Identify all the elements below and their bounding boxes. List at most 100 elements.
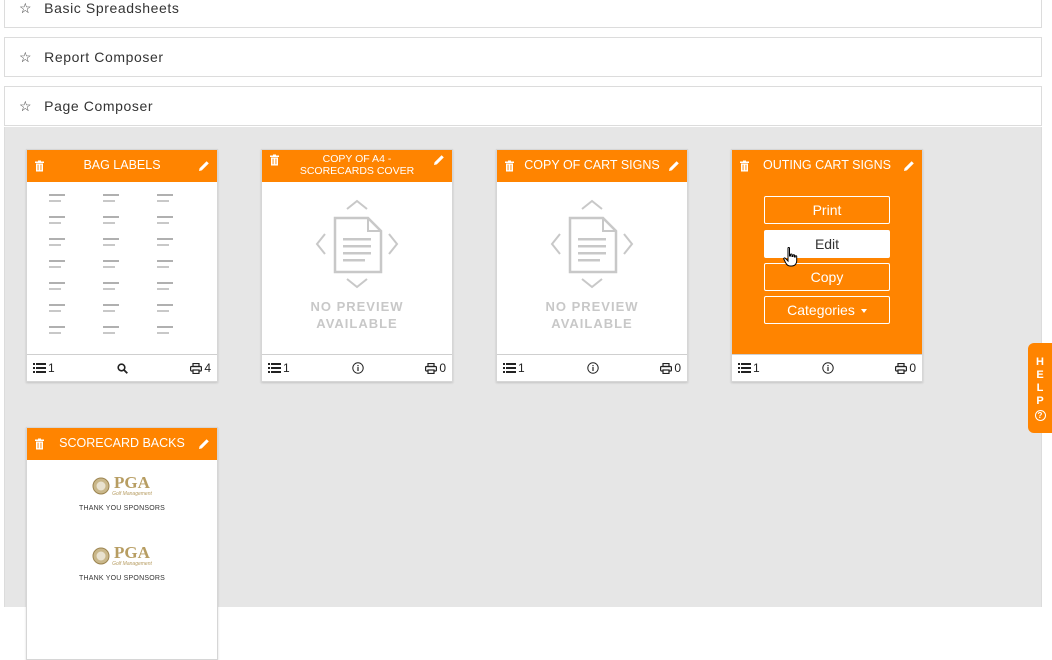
layers-value: 1: [518, 361, 525, 375]
card-scorecard-backs[interactable]: SCORECARD BACKS PGA Golf Management THAN…: [26, 427, 218, 660]
label-cell: [95, 302, 149, 316]
pga-wordmark: PGA: [114, 543, 150, 562]
label-cell: [95, 192, 149, 206]
pga-subtitle: Golf Management: [112, 561, 152, 567]
pencil-icon[interactable]: [903, 160, 915, 172]
card-header: BAG LABELS: [27, 150, 217, 182]
card-outing-cart-signs[interactable]: OUTING CART SIGNS Print Edit Copy Catego…: [731, 149, 923, 382]
prints-value: 4: [204, 361, 211, 375]
section-basic-spreadsheets[interactable]: ☆ Basic Spreadsheets: [4, 0, 1042, 28]
label-cell: [149, 324, 203, 338]
card-preview-labels[interactable]: [27, 182, 217, 354]
print-button[interactable]: Print: [764, 196, 890, 224]
card-bag-labels[interactable]: BAG LABELS 1 4: [26, 149, 218, 382]
info-icon[interactable]: [351, 362, 364, 374]
layers-count[interactable]: 1: [503, 361, 525, 375]
star-outline-icon[interactable]: ☆: [19, 0, 32, 17]
printer-icon: [895, 362, 908, 374]
section-label: Page Composer: [44, 98, 154, 114]
prints-count[interactable]: 4: [190, 361, 211, 375]
label-cell: [41, 192, 95, 206]
card-title: OUTING CART SIGNS: [762, 158, 892, 173]
info-icon[interactable]: [586, 362, 599, 374]
card-header: COPY OF CART SIGNS: [497, 150, 687, 182]
pga-logo: PGA Golf Management: [27, 543, 217, 567]
no-preview-line1: NO PREVIEW: [310, 299, 404, 314]
section-page-composer[interactable]: ☆ Page Composer: [4, 86, 1042, 126]
no-preview-text: NO PREVIEW AVAILABLE: [262, 298, 452, 332]
card-footer: 1 0: [732, 354, 922, 381]
label-cell: [95, 258, 149, 272]
label-cell: [41, 302, 95, 316]
label-cell: [41, 258, 95, 272]
label-cell: [95, 280, 149, 294]
list-icon: [33, 363, 46, 373]
card-title: COPY OF CART SIGNS: [524, 158, 660, 173]
trash-icon[interactable]: [35, 160, 44, 172]
printer-icon: [190, 362, 203, 374]
trash-icon[interactable]: [35, 438, 44, 450]
layers-count[interactable]: 1: [268, 361, 290, 375]
copy-button[interactable]: Copy: [764, 263, 890, 291]
pga-seal-icon: [92, 547, 110, 565]
label-cell: [149, 280, 203, 294]
card-preview-empty[interactable]: NO PREVIEW AVAILABLE: [262, 182, 452, 354]
trash-icon[interactable]: [740, 160, 749, 172]
no-preview-text: NO PREVIEW AVAILABLE: [497, 298, 687, 332]
card-actions-overlay: Print Edit Copy Categories: [732, 182, 922, 354]
prints-count[interactable]: 0: [660, 361, 681, 375]
label-cell: [149, 192, 203, 206]
label-cell: [149, 302, 203, 316]
thanks-text: THANK YOU SPONSORS: [79, 575, 165, 582]
categories-label: Categories: [787, 302, 855, 318]
card-copy-of-cart-signs[interactable]: COPY OF CART SIGNS NO PREVIEW AVAILABLE: [496, 149, 688, 382]
caret-down-icon: [860, 309, 867, 313]
trash-icon[interactable]: [505, 160, 514, 172]
help-letter: L: [1036, 381, 1044, 394]
card-footer: 1 0: [262, 354, 452, 381]
pencil-icon[interactable]: [198, 160, 210, 172]
card-footer: 1 0: [497, 354, 687, 381]
categories-dropdown-button[interactable]: Categories: [764, 296, 890, 324]
no-preview-line1: NO PREVIEW: [545, 299, 639, 314]
page-composer-panel: BAG LABELS 1 4 COPY OF A4 - SCORECARDS C…: [4, 127, 1042, 660]
card-footer: 1 4: [27, 354, 217, 381]
trash-icon[interactable]: [270, 154, 279, 166]
section-label: Report Composer: [44, 49, 164, 65]
label-cell: [149, 258, 203, 272]
card-header: SCORECARD BACKS: [27, 428, 217, 460]
pga-seal-icon: [92, 477, 110, 495]
pencil-icon[interactable]: [198, 438, 210, 450]
prints-count[interactable]: 0: [425, 361, 446, 375]
list-icon: [268, 363, 281, 373]
prints-value: 0: [439, 361, 446, 375]
pencil-icon[interactable]: [668, 160, 680, 172]
label-cell: [41, 236, 95, 250]
card-title: SCORECARD BACKS: [59, 436, 185, 451]
pga-subtitle: Golf Management: [112, 491, 152, 497]
help-tab[interactable]: H E L P ?: [1028, 343, 1052, 433]
printer-icon: [425, 362, 438, 374]
label-cell: [95, 214, 149, 228]
layers-count[interactable]: 1: [738, 361, 760, 375]
question-circle-icon: ?: [1034, 409, 1046, 421]
card-preview-empty[interactable]: NO PREVIEW AVAILABLE: [497, 182, 687, 354]
prints-count[interactable]: 0: [895, 361, 916, 375]
card-preview-sponsors[interactable]: PGA Golf Management THANK YOU SPONSORS P…: [27, 460, 217, 632]
sponsor-block: PGA Golf Management THANK YOU SPONSORS: [27, 474, 217, 512]
card-copy-of-a4-scorecards-cover[interactable]: COPY OF A4 - SCORECARDS COVER NO PREVIEW…: [261, 149, 453, 382]
search-icon[interactable]: [117, 362, 128, 374]
thanks-text: THANK YOU SPONSORS: [79, 505, 165, 512]
pencil-icon[interactable]: [433, 154, 445, 166]
list-icon: [503, 363, 516, 373]
card-title: COPY OF A4 - SCORECARDS COVER: [299, 153, 415, 177]
section-report-composer[interactable]: ☆ Report Composer: [4, 37, 1042, 77]
layers-count[interactable]: 1: [33, 361, 55, 375]
label-cell: [41, 214, 95, 228]
help-letter: H: [1036, 355, 1044, 368]
card-header: OUTING CART SIGNS: [732, 150, 922, 182]
star-outline-icon[interactable]: ☆: [19, 98, 32, 115]
star-outline-icon[interactable]: ☆: [19, 49, 32, 66]
info-icon[interactable]: [821, 362, 834, 374]
section-label: Basic Spreadsheets: [44, 0, 180, 16]
